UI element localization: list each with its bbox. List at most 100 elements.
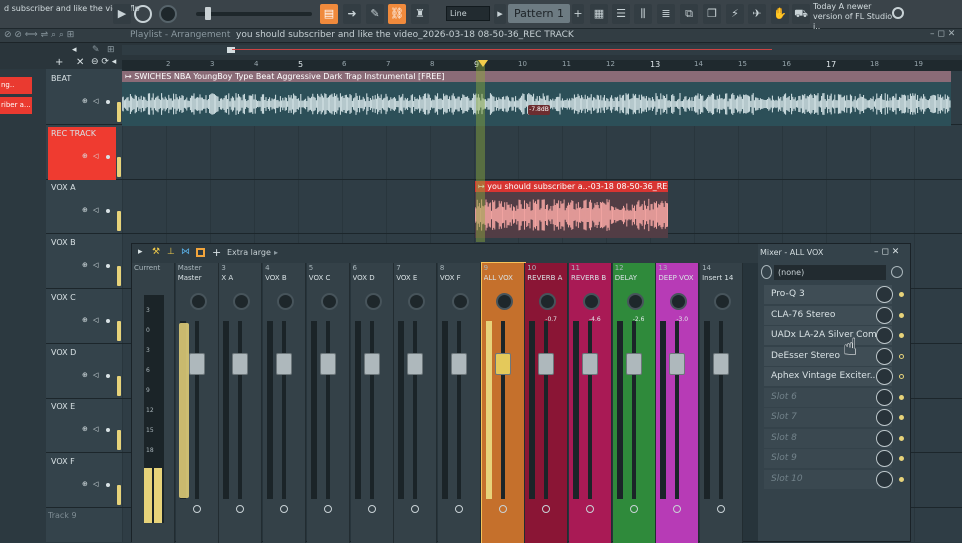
mixer-route-icon[interactable]: ⋈ — [181, 247, 190, 257]
stamp-icon[interactable]: ♜ — [411, 4, 429, 24]
pan-knob[interactable] — [364, 293, 382, 310]
track-header-vox-b[interactable]: VOX B ⊕ ◁ — [48, 236, 116, 289]
route-icon[interactable]: ⊕ — [82, 425, 88, 433]
mute-icon[interactable]: ◁ — [93, 371, 98, 379]
slot-mix-knob[interactable] — [876, 327, 893, 344]
fx-slot[interactable]: UADx LA-2A Silver Com... — [764, 326, 892, 345]
snap-grid-icon[interactable]: ⊞ — [107, 45, 115, 55]
time-scroll-bar[interactable] — [122, 45, 962, 55]
route-icon[interactable]: ⊕ — [82, 480, 88, 488]
track-header-vox-f[interactable]: VOX F ⊕ ◁ — [48, 455, 116, 508]
record-arm-icon[interactable] — [106, 318, 110, 323]
fader-track[interactable] — [194, 321, 199, 499]
help-icon[interactable]: ✋ — [771, 4, 789, 24]
fx-slot[interactable]: Slot 6 — [764, 387, 892, 407]
mixer-strip[interactable]: 5 VOX C — [306, 263, 350, 543]
chain-link-icon[interactable]: ⛓ — [388, 4, 406, 24]
route-icon[interactable]: ⊕ — [82, 152, 88, 160]
record-arm-icon[interactable] — [106, 373, 110, 378]
strip-route-icon[interactable] — [586, 505, 594, 513]
strip-route-icon[interactable] — [367, 505, 376, 513]
master-volume-slider[interactable] — [196, 12, 312, 16]
slot-mix-knob[interactable] — [876, 388, 893, 406]
slot-enable-led[interactable] — [899, 415, 904, 420]
record-arm-icon[interactable] — [106, 100, 110, 104]
pianoroll-icon[interactable]: ☰ — [612, 4, 630, 24]
mixer-strip[interactable]: 12 DELAY -2.6 — [612, 263, 656, 543]
plug-icon[interactable]: ⚡ — [726, 4, 744, 24]
strip-route-icon[interactable] — [192, 505, 201, 513]
mixer-strip[interactable]: Current 3 0 3 6 9 12 15 18 — [132, 263, 175, 543]
add-track-icon[interactable]: + — [55, 57, 63, 68]
record-arm-icon[interactable] — [106, 482, 110, 487]
rec-waveform[interactable] — [475, 192, 668, 238]
route-icon[interactable]: ⊕ — [82, 371, 88, 379]
browser-icon[interactable]: ❐ — [703, 4, 721, 24]
mute-icon[interactable]: ◁ — [93, 152, 98, 160]
track-header-vox-c[interactable]: VOX C ⊕ ◁ — [48, 291, 116, 344]
strip-route-icon[interactable] — [498, 505, 507, 513]
route-icon[interactable]: ⊕ — [82, 261, 88, 269]
fader-track[interactable] — [456, 321, 461, 499]
route-icon[interactable]: ⊕ — [82, 97, 88, 105]
strip-route-icon[interactable] — [717, 505, 726, 513]
pan-knob[interactable] — [583, 293, 600, 310]
volume-fader[interactable] — [625, 353, 642, 375]
scroll-left-icon[interactable]: ◂ — [72, 45, 77, 55]
mixer-strip[interactable]: 6 VOX D — [350, 263, 394, 543]
left-clip-1[interactable]: ng.. — [0, 77, 32, 94]
volume-fader[interactable] — [538, 353, 555, 375]
rec-clip-title[interactable]: ↦ you should subscriber a..-03-18 08-50-… — [475, 181, 668, 192]
mixer-strip[interactable]: 11 REVERB B -4.6 — [569, 263, 612, 543]
slot-enable-led[interactable] — [899, 292, 904, 297]
fader-track[interactable] — [675, 321, 680, 499]
fader-track[interactable] — [238, 321, 243, 499]
pan-knob[interactable] — [539, 293, 557, 310]
fx-slot[interactable]: DeEsser Stereo — [764, 346, 892, 366]
bird-icon[interactable]: ✈ — [748, 4, 766, 24]
pan-knob[interactable] — [670, 293, 688, 310]
fader-track[interactable] — [369, 321, 374, 499]
shop-icon[interactable]: ⛟ — [792, 4, 810, 24]
add-insert-icon[interactable]: + — [212, 246, 221, 259]
volume-fader[interactable] — [363, 353, 380, 375]
fader-track[interactable] — [631, 321, 636, 499]
playhead[interactable] — [476, 60, 485, 242]
brush-icon[interactable]: ✎ — [366, 4, 384, 24]
volume-fader[interactable] — [232, 353, 249, 375]
close-track-icon[interactable]: ✕ — [76, 57, 84, 68]
fx-slot[interactable]: Pro-Q 3 — [764, 285, 892, 304]
pan-knob[interactable] — [408, 293, 426, 310]
playhead-marker[interactable] — [478, 60, 488, 67]
slot-mix-knob[interactable] — [876, 347, 893, 365]
pattern-left-icon[interactable]: ▸ — [494, 4, 506, 24]
mixer-strip[interactable]: Master Master — [175, 263, 219, 543]
scroll-handle[interactable] — [227, 47, 235, 53]
pattern-selector[interactable]: Pattern 1 — [508, 4, 570, 23]
mixer-layout-icon[interactable] — [196, 248, 205, 257]
volume-fader[interactable] — [188, 353, 205, 375]
slot-mix-knob[interactable] — [876, 450, 893, 467]
volume-fader[interactable] — [494, 353, 511, 375]
strip-route-icon[interactable] — [673, 505, 682, 513]
mixer-pin-icon[interactable]: ⊥ — [167, 247, 175, 257]
magnet-icon[interactable]: ✎ — [92, 45, 100, 55]
strip-route-icon[interactable] — [411, 505, 420, 513]
beat-clip-title[interactable]: ↦ SWICHES NBA YoungBoy Type Beat Aggress… — [122, 71, 951, 82]
arrow-right-icon[interactable]: ➜ — [343, 4, 361, 24]
mixer-strip[interactable]: 9 ALL VOX — [480, 262, 526, 543]
slot-enable-led[interactable] — [899, 374, 904, 379]
mute-icon[interactable]: ◁ — [93, 261, 98, 269]
window-controls-icon[interactable]: – ◻ ✕ — [930, 29, 955, 39]
fx-slot[interactable]: CLA-76 Stereo — [764, 305, 892, 325]
volume-fader[interactable] — [276, 353, 293, 375]
volume-fader[interactable] — [713, 353, 730, 375]
route-icon[interactable]: ⊕ — [82, 316, 88, 324]
fader-track[interactable] — [325, 321, 330, 499]
strip-route-icon[interactable] — [280, 505, 289, 513]
channel-rack-icon[interactable]: ≣ — [657, 4, 675, 24]
playlist-tools-icons[interactable]: ⊘ ⊘ ⟺ ⇌ ⌕ ⌕ ⊞ — [4, 30, 74, 40]
record-arm-icon[interactable] — [106, 209, 110, 214]
strip-route-icon[interactable] — [454, 505, 463, 513]
track-header-vox-e[interactable]: VOX E ⊕ ◁ — [48, 400, 116, 453]
